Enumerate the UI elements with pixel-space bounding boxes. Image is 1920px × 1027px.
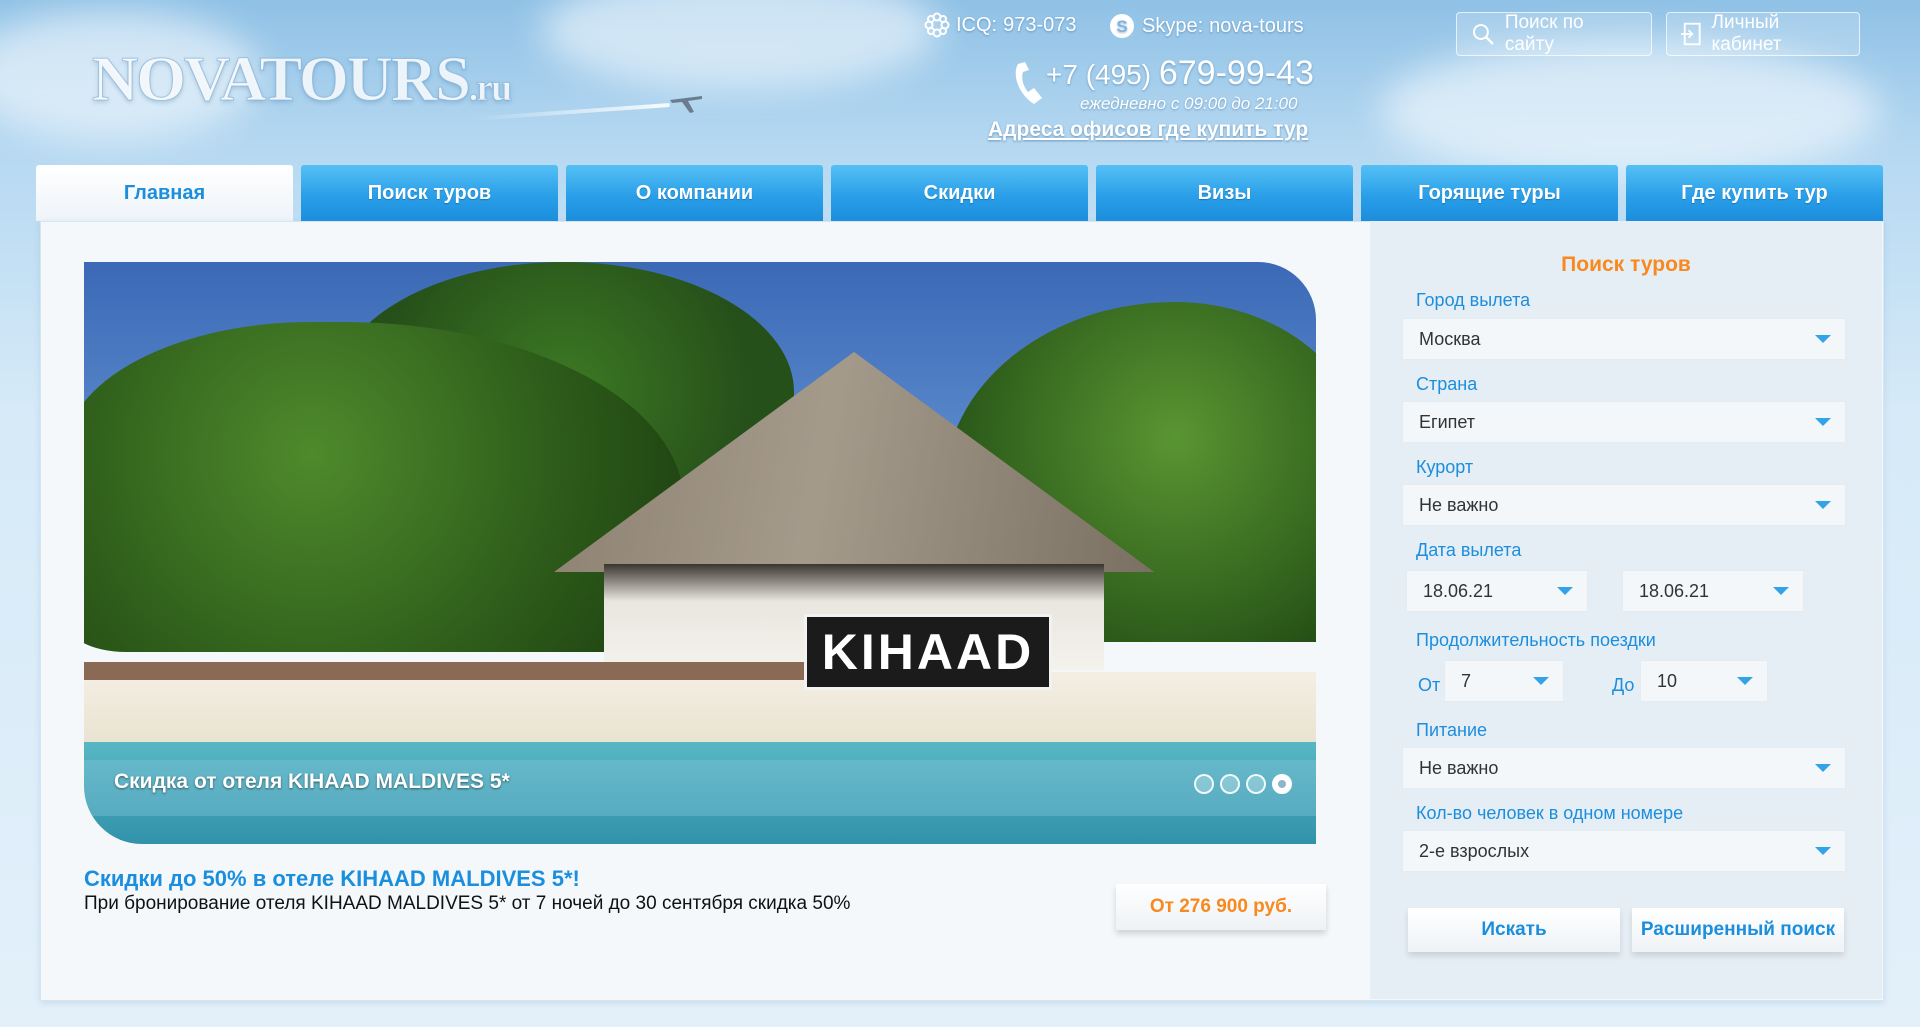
phone-main-number: 679-99-43: [1158, 54, 1314, 92]
slide-indicators: [1194, 774, 1292, 794]
site-search-label: Поиск по сайту: [1504, 12, 1584, 55]
promo-title[interactable]: Скидки до 50% в отеле KIHAAD MALDIVES 5*…: [84, 866, 580, 892]
slide-image: KIHAAD: [84, 262, 1316, 844]
site-logo[interactable]: NOVATOURS.ru: [92, 42, 513, 115]
icq-label: ICQ:: [956, 13, 998, 36]
duration-to-value: 10: [1657, 670, 1678, 691]
chevron-down-icon: [1557, 587, 1573, 595]
departure-city-select[interactable]: Москва: [1402, 318, 1846, 360]
chevron-down-icon: [1815, 501, 1831, 509]
slide-dot-1[interactable]: [1194, 774, 1214, 794]
duration-from-value: 7: [1461, 670, 1472, 691]
resort-value: Не важно: [1419, 494, 1499, 515]
tab-visas[interactable]: Визы: [1096, 165, 1353, 221]
svg-text:S: S: [1116, 17, 1127, 36]
tab-tour-search[interactable]: Поиск туров: [301, 165, 558, 221]
working-hours: ежедневно с 09:00 до 21:00: [1080, 94, 1298, 113]
duration-label: Продолжительность поездки: [1416, 630, 1656, 650]
phone-prefix: +7 (495): [1046, 59, 1152, 90]
people-label: Кол-во человек в одном номере: [1416, 803, 1684, 823]
site-search-button[interactable]: Поиск по сайту: [1456, 12, 1652, 56]
chevron-down-icon: [1815, 418, 1831, 426]
people-select[interactable]: 2-е взрослых: [1402, 830, 1846, 872]
date-to-select[interactable]: 18.06.21: [1622, 570, 1804, 612]
departure-city-label: Город вылета: [1416, 290, 1531, 310]
login-icon: [1681, 22, 1701, 46]
cloud-decoration: [1380, 40, 1880, 180]
chevron-down-icon: [1815, 847, 1831, 855]
people-value: 2-е взрослых: [1419, 840, 1530, 861]
tab-where-to-buy[interactable]: Где купить тур: [1626, 165, 1883, 221]
meal-label: Питание: [1416, 720, 1488, 740]
hero-slider[interactable]: KIHAAD Скидка от отеля KIHAAD MALDIVES 5…: [84, 262, 1316, 844]
tab-discounts[interactable]: Скидки: [831, 165, 1088, 221]
duration-to-select[interactable]: 10: [1640, 660, 1768, 702]
logo-suffix: .ru: [468, 67, 512, 110]
icq-contact: ICQ: 973-073: [924, 12, 1077, 38]
search-form-title: Поиск туров: [1561, 253, 1691, 276]
advanced-search-button[interactable]: Расширенный поиск: [1632, 908, 1844, 952]
skype-contact: S Skype: nova-tours: [1108, 12, 1304, 40]
promo-description: При бронирование отеля KIHAAD MALDIVES 5…: [84, 893, 851, 914]
skype-label: Skype:: [1142, 14, 1204, 37]
meal-select[interactable]: Не важно: [1402, 747, 1846, 789]
search-icon: [1472, 24, 1494, 45]
date-to-value: 18.06.21: [1639, 580, 1710, 601]
skype-icon: S: [1110, 14, 1134, 38]
slide-dot-3[interactable]: [1246, 774, 1266, 794]
date-from-value: 18.06.21: [1423, 580, 1494, 601]
phone-icon: [1015, 62, 1042, 104]
main-navigation: Главная Поиск туров О компании Скидки Ви…: [36, 165, 1883, 221]
airplane-icon: [670, 96, 702, 113]
meal-value: Не важно: [1419, 757, 1499, 778]
resort-label: Курорт: [1416, 457, 1474, 477]
duration-from-select[interactable]: 7: [1444, 660, 1564, 702]
chevron-down-icon: [1533, 677, 1549, 685]
chevron-down-icon: [1737, 677, 1753, 685]
country-label: Страна: [1416, 374, 1478, 394]
logo-main: NOVATOURS: [92, 43, 472, 115]
country-value: Египет: [1419, 411, 1476, 432]
slide-dot-4[interactable]: [1272, 774, 1292, 794]
chevron-down-icon: [1815, 764, 1831, 772]
price-button[interactable]: От 276 900 руб.: [1116, 884, 1326, 930]
slide-caption[interactable]: Скидка от отеля KIHAAD MALDIVES 5*: [114, 770, 510, 794]
slide-dot-2[interactable]: [1220, 774, 1240, 794]
icq-number: 973-073: [1003, 13, 1077, 36]
search-submit-button[interactable]: Искать: [1408, 908, 1620, 952]
resort-select[interactable]: Не важно: [1402, 484, 1846, 526]
tab-hot-tours[interactable]: Горящие туры: [1361, 165, 1618, 221]
tab-home[interactable]: Главная: [36, 165, 293, 221]
departure-city-value: Москва: [1419, 328, 1481, 349]
country-select[interactable]: Египет: [1402, 401, 1846, 443]
duration-to-label: До: [1612, 675, 1635, 695]
cloud-decoration: [540, 0, 940, 90]
phone-number[interactable]: +7 (495) 679-99-43: [1046, 54, 1314, 93]
hotel-sign: KIHAAD: [804, 614, 1052, 690]
chevron-down-icon: [1815, 335, 1831, 343]
offices-link[interactable]: Адреса офисов где купить тур: [988, 118, 1308, 142]
date-from-select[interactable]: 18.06.21: [1406, 570, 1588, 612]
skype-id: nova-tours: [1209, 14, 1304, 37]
personal-cabinet-label: Личный кабинет: [1711, 12, 1782, 55]
personal-cabinet-button[interactable]: Личный кабинет: [1666, 12, 1860, 56]
icq-flower-icon: [924, 12, 950, 38]
chevron-down-icon: [1773, 587, 1789, 595]
duration-from-label: От: [1418, 675, 1441, 695]
tab-about[interactable]: О компании: [566, 165, 823, 221]
departure-date-label: Дата вылета: [1416, 540, 1522, 560]
